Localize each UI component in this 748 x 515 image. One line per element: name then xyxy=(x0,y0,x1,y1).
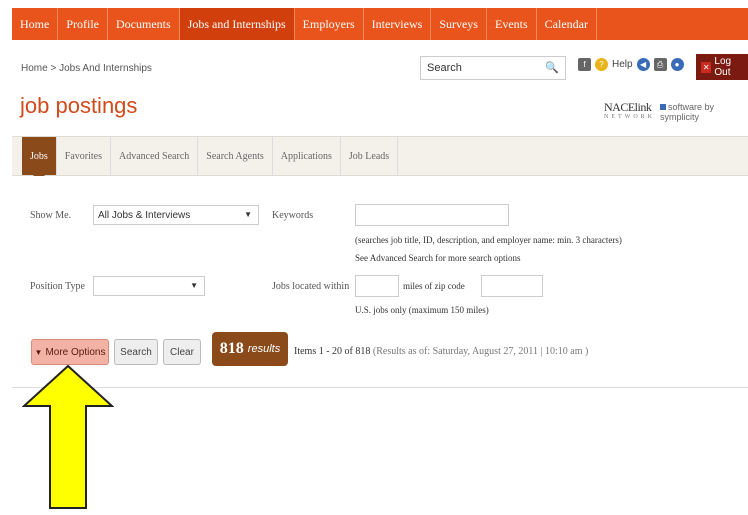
symplicity-byline: software by symplicity xyxy=(660,102,715,122)
page-title: job postings xyxy=(20,93,138,118)
tab-advanced-search[interactable]: Advanced Search xyxy=(111,137,199,175)
back-icon[interactable]: ◀ xyxy=(636,58,650,71)
position-type-select[interactable]: ▼ xyxy=(93,276,205,296)
results-count-badge: 818 results xyxy=(212,332,288,366)
nav-profile[interactable]: Profile xyxy=(58,8,108,40)
help-label[interactable]: Help xyxy=(612,59,633,70)
tab-job-leads[interactable]: Job Leads xyxy=(341,137,399,175)
tab-jobs[interactable]: Jobs xyxy=(22,137,57,181)
nav-events[interactable]: Events xyxy=(487,8,537,40)
close-icon: ✕ xyxy=(701,61,712,73)
clear-button[interactable]: Clear xyxy=(163,339,201,365)
print-icon[interactable]: ⎙ xyxy=(653,58,667,71)
show-me-select[interactable]: All Jobs & Interviews ▼ xyxy=(93,205,259,225)
position-type-label: Position Type xyxy=(30,281,85,292)
nav-interviews[interactable]: Interviews xyxy=(364,8,432,40)
nav-documents[interactable]: Documents xyxy=(108,8,180,40)
triangle-down-icon: ▼ xyxy=(34,347,43,357)
toolbar: f ? Help ◀ ⎙ ● xyxy=(578,58,684,71)
help-icon[interactable]: ? xyxy=(595,58,608,71)
keywords-input[interactable] xyxy=(355,204,509,226)
nav-employers[interactable]: Employers xyxy=(295,8,364,40)
jobs-located-label: Jobs located within xyxy=(272,281,350,292)
breadcrumb[interactable]: Home > Jobs And Internships xyxy=(21,63,152,74)
tab-favorites[interactable]: Favorites xyxy=(57,137,112,175)
search-input-value: Search xyxy=(427,62,462,74)
results-summary: Items 1 - 20 of 818 (Results as of: Satu… xyxy=(294,346,589,357)
nav-surveys[interactable]: Surveys xyxy=(431,8,487,40)
logout-button[interactable]: ✕ Log Out xyxy=(696,54,748,80)
nacelink-logo: NACElink NETWORK xyxy=(604,100,655,120)
miles-input[interactable] xyxy=(355,275,399,297)
tab-search-agents[interactable]: Search Agents xyxy=(198,137,273,175)
advanced-search-hint[interactable]: See Advanced Search for more search opti… xyxy=(355,253,520,263)
more-options-button[interactable]: ▼ More Options xyxy=(31,339,109,365)
keywords-label: Keywords xyxy=(272,210,314,221)
nav-calendar[interactable]: Calendar xyxy=(537,8,597,40)
yellow-up-arrow-icon xyxy=(22,364,114,509)
zip-code-input[interactable] xyxy=(481,275,543,297)
search-input[interactable]: Search 🔍 xyxy=(420,56,566,80)
tab-strip: Jobs Favorites Advanced Search Search Ag… xyxy=(12,136,748,181)
show-me-label: Show Me. xyxy=(30,210,72,221)
nav-home[interactable]: Home xyxy=(12,8,59,40)
keywords-hint: (searches job title, ID, description, an… xyxy=(355,235,622,245)
search-icon[interactable]: 🔍 xyxy=(545,61,559,74)
nav-jobs-internships[interactable]: Jobs and Internships xyxy=(179,8,295,40)
miles-label: miles of zip code xyxy=(403,281,465,291)
us-jobs-hint: U.S. jobs only (maximum 150 miles) xyxy=(355,305,489,315)
tab-applications[interactable]: Applications xyxy=(273,137,341,175)
top-nav: Home Profile Documents Jobs and Internsh… xyxy=(12,8,748,40)
logout-label: Log Out xyxy=(714,56,732,78)
facebook-icon[interactable]: f xyxy=(578,58,591,71)
chevron-down-icon: ▼ xyxy=(244,210,252,219)
search-button[interactable]: Search xyxy=(114,339,158,365)
chevron-down-icon: ▼ xyxy=(190,281,198,290)
symplicity-icon xyxy=(660,104,666,110)
accessibility-icon[interactable]: ● xyxy=(670,58,684,71)
